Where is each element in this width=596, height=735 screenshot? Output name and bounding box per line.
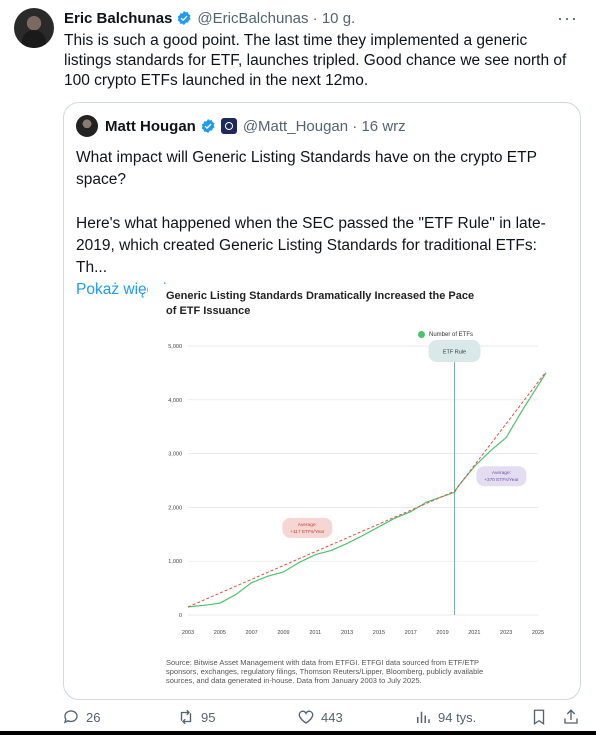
x-tick-label: 2021: [468, 630, 480, 636]
like-button[interactable]: 443: [297, 708, 343, 726]
author-avatar[interactable]: [14, 8, 54, 48]
quote-author-handle[interactable]: @Matt_Hougan: [243, 118, 348, 135]
tweet-header: Eric Balchunas @EricBalchunas · 10 g.: [64, 8, 576, 28]
reply-count: 26: [86, 709, 101, 725]
separator-dot: ·: [348, 117, 362, 135]
x-tick-label: 2005: [214, 630, 226, 636]
series-line-number-of-etfs: [187, 372, 547, 608]
x-tick-label: 2015: [373, 630, 385, 636]
trend-label-line2: +370 ETFs/Year: [484, 477, 519, 483]
y-tick-label: 1,000: [168, 559, 182, 565]
chart-plot: 0 1,000 2,000 3,000 4,000 5,000 2003 2005 2007 20…: [168, 340, 547, 636]
quote-avatar[interactable]: [76, 115, 98, 137]
bookmark-button[interactable]: [530, 708, 554, 726]
repost-button[interactable]: 95: [177, 708, 215, 726]
reply-icon: [63, 710, 78, 724]
y-tick-label: 2,000: [168, 505, 182, 511]
trend-label-line1: Average:: [492, 470, 511, 476]
etf-rule-label: ETF Rule: [443, 350, 466, 356]
x-tick-label: 2003: [182, 630, 194, 636]
x-tick-label: 2013: [341, 630, 353, 636]
quote-text-line1: What impact will Generic Listing Standar…: [76, 149, 537, 188]
action-bar: 26 95 443 94 tys.: [0, 706, 596, 730]
like-count: 443: [321, 709, 343, 725]
x-tick-label: 2025: [532, 630, 544, 636]
verified-icon: [178, 11, 191, 25]
like-icon: [298, 710, 314, 724]
verified-icon: [201, 119, 215, 133]
views-count: 94 tys.: [438, 709, 477, 725]
y-tick-label: 3,000: [168, 452, 182, 458]
x-tick-label: 2009: [277, 630, 289, 636]
affiliate-badge-icon[interactable]: [220, 118, 237, 134]
repost-count: 95: [201, 709, 216, 725]
x-tick-label: 2007: [246, 630, 258, 636]
tweet-time[interactable]: 10 g.: [322, 10, 355, 27]
chart-source: Source: Bitwise Asset Management with da…: [166, 658, 484, 685]
quote-header: Matt Hougan @Matt_Hougan · 16 wrz: [76, 115, 406, 137]
x-tick-label: 2023: [500, 630, 512, 636]
bottom-edge: [0, 731, 596, 735]
share-button[interactable]: [562, 708, 586, 726]
y-tick-label: 5,000: [168, 344, 182, 350]
separator-dot: ·: [308, 9, 322, 27]
repost-icon: [180, 709, 192, 725]
quote-author-name[interactable]: Matt Hougan: [105, 118, 196, 135]
quoted-tweet[interactable]: Matt Hougan @Matt_Hougan · 16 wrz What i…: [63, 102, 581, 700]
quote-text: What impact will Generic Listing Standar…: [76, 147, 566, 301]
x-tick-label: 2011: [309, 630, 321, 636]
bookmark-icon: [533, 709, 545, 726]
reply-button[interactable]: 26: [62, 708, 100, 726]
views-button[interactable]: 94 tys.: [414, 708, 476, 726]
x-tick-label: 2019: [436, 630, 448, 636]
trend-label-line2: +117 ETFs/Year: [290, 529, 325, 535]
y-tick-label: 0: [179, 613, 182, 619]
more-icon[interactable]: ···: [557, 8, 578, 29]
trend-label-line1: Average:: [298, 522, 317, 528]
quote-time[interactable]: 16 wrz: [361, 118, 405, 135]
author-handle[interactable]: @EricBalchunas: [197, 10, 308, 27]
tweet-text: This is such a good point. The last time…: [64, 32, 567, 89]
x-tick-label: 2017: [405, 630, 417, 636]
views-icon: [417, 711, 430, 723]
quote-text-line2: Here's what happened when the SEC passed…: [76, 215, 546, 276]
chart-image[interactable]: Generic Listing Standards Dramatically I…: [148, 285, 560, 697]
y-tick-label: 4,000: [168, 398, 182, 404]
share-icon: [564, 709, 578, 724]
author-name[interactable]: Eric Balchunas: [64, 10, 172, 27]
trend-line: [187, 490, 455, 608]
